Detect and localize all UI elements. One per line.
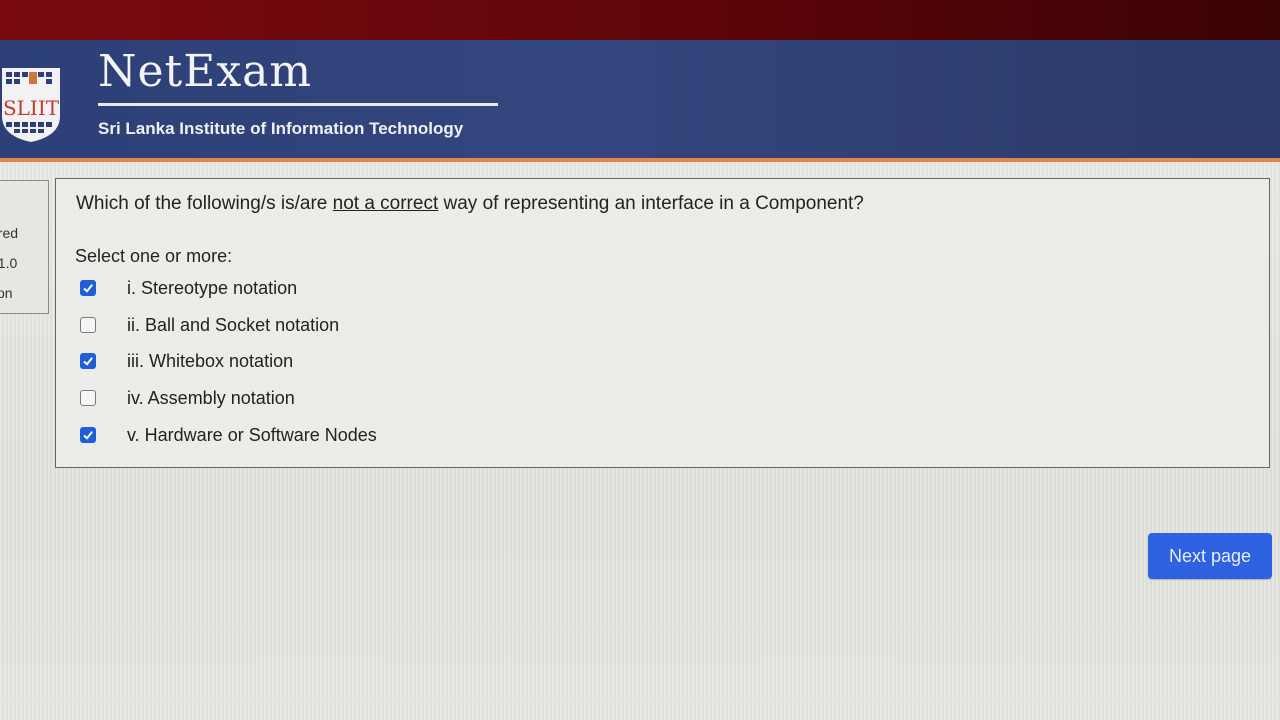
question-text-emphasis: not a correct: [332, 193, 439, 214]
checkmark-icon: [83, 357, 93, 366]
answer-option-4[interactable]: iv. Assembly notation: [80, 386, 295, 410]
answer-option-1[interactable]: i. Stereotype notation: [80, 276, 297, 300]
option-checkbox[interactable]: [80, 280, 96, 296]
answer-option-2[interactable]: ii. Ball and Socket notation: [80, 313, 339, 337]
select-prompt: Select one or more:: [75, 246, 233, 266]
question-text-after: way of representing an interface in a Co…: [438, 193, 864, 214]
info-marks: f 1.0: [0, 255, 18, 271]
option-label[interactable]: ii. Ball and Socket notation: [127, 315, 339, 336]
option-label[interactable]: iii. Whitebox notation: [127, 351, 293, 372]
checkmark-icon: [83, 284, 93, 293]
netexam-logo: NetExam: [98, 46, 313, 97]
option-label[interactable]: v. Hardware or Software Nodes: [127, 425, 377, 446]
option-checkbox[interactable]: [80, 353, 96, 369]
option-checkbox[interactable]: [80, 390, 96, 406]
svg-text:SLIIT: SLIIT: [3, 96, 60, 120]
question-info-panel: ered f 1.0 tion: [0, 180, 49, 314]
question-text-before: Which of the following/s is/are: [76, 193, 333, 214]
question-text: Which of the following/s is/are not a co…: [76, 193, 864, 215]
sliit-crest-logo: SLIIT: [2, 68, 60, 142]
next-page-button[interactable]: Next page: [1148, 533, 1272, 579]
screen-bezel: [0, 0, 1280, 42]
option-label[interactable]: i. Stereotype notation: [127, 278, 297, 299]
info-status: ered: [0, 225, 19, 241]
checkmark-icon: [83, 431, 93, 440]
institute-name: Sri Lanka Institute of Information Techn…: [98, 119, 464, 138]
logo-underline: [98, 103, 498, 106]
info-flag-question[interactable]: tion: [0, 285, 13, 301]
option-label[interactable]: iv. Assembly notation: [127, 388, 295, 409]
option-checkbox[interactable]: [80, 427, 96, 443]
answer-option-5[interactable]: v. Hardware or Software Nodes: [80, 423, 377, 447]
answer-option-3[interactable]: iii. Whitebox notation: [80, 349, 293, 373]
option-checkbox[interactable]: [80, 317, 96, 333]
header-banner: SLIIT NetExam Sri Lanka Institute of Inf…: [0, 40, 1280, 162]
